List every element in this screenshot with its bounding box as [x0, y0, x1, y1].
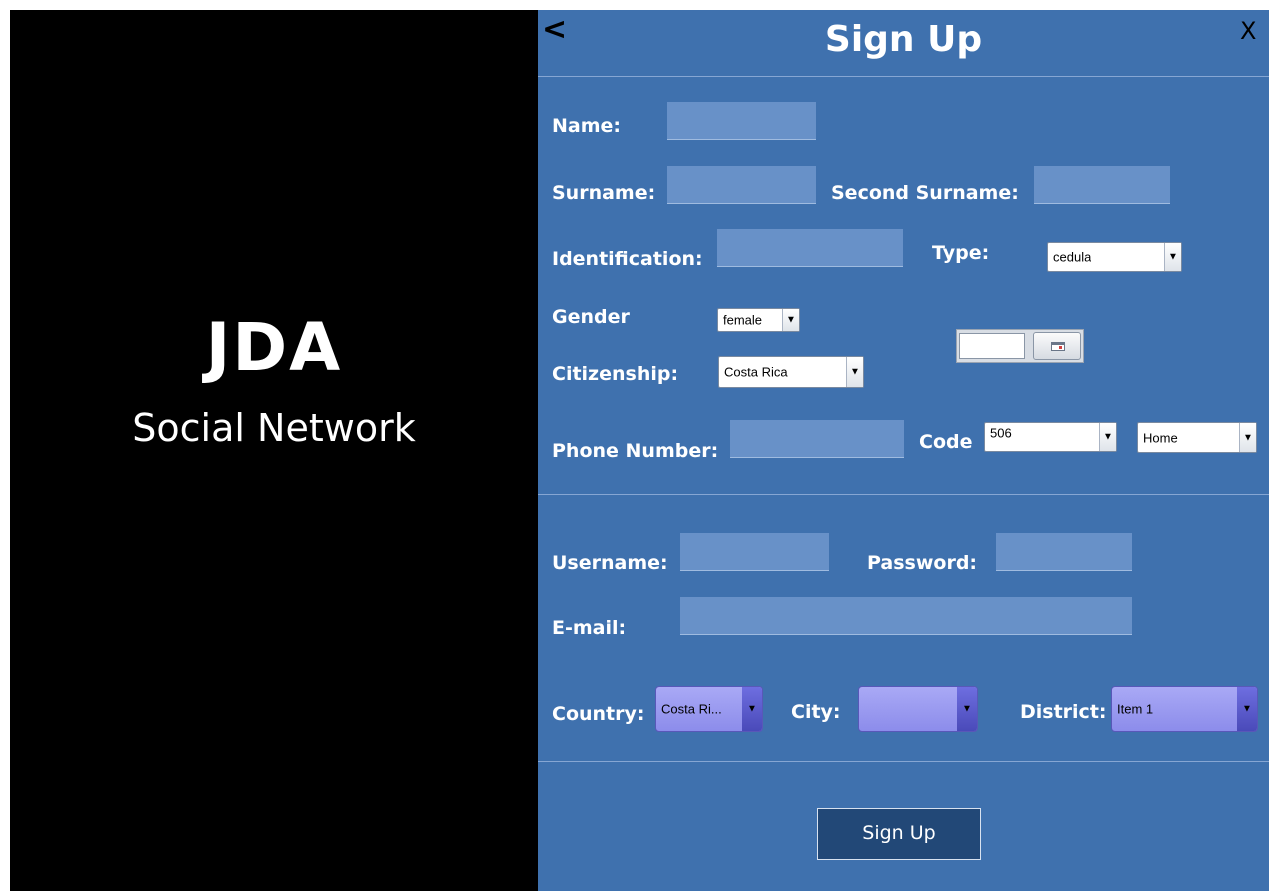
close-button[interactable]: X — [1240, 16, 1256, 46]
surname-field[interactable] — [667, 166, 816, 204]
city-label: City: — [791, 701, 841, 723]
phone-type-value: Home — [1143, 430, 1178, 445]
calendar-icon — [1051, 342, 1065, 351]
page-title: Sign Up — [824, 19, 983, 60]
email-field[interactable] — [680, 597, 1132, 635]
phone-type-select[interactable]: Home ▼ — [1137, 422, 1257, 453]
phone-code-select[interactable]: 506 ▼ — [984, 422, 1117, 452]
chevron-down-icon: ▼ — [957, 687, 977, 731]
username-field[interactable] — [680, 533, 829, 571]
section-separator — [538, 494, 1269, 495]
gender-label: Gender — [552, 306, 630, 328]
brand-subtitle: Social Network — [132, 406, 416, 450]
brand-panel: JDA Social Network — [10, 10, 538, 891]
city-select[interactable]: ▼ — [858, 686, 978, 732]
header-separator — [538, 76, 1269, 77]
footer-separator — [538, 761, 1269, 762]
district-value: Item 1 — [1117, 701, 1154, 717]
chevron-down-icon: ▼ — [1164, 243, 1181, 271]
brand-title: JDA — [205, 309, 343, 386]
date-field[interactable] — [959, 333, 1025, 359]
identification-field[interactable] — [717, 229, 903, 267]
date-picker — [956, 329, 1084, 363]
name-field[interactable] — [667, 102, 816, 140]
name-label: Name: — [552, 115, 622, 137]
chevron-down-icon: ▼ — [742, 687, 762, 731]
sign-up-button-label: Sign Up — [862, 822, 936, 844]
citizenship-select[interactable]: Costa Rica ▼ — [718, 356, 864, 388]
chevron-down-icon: ▼ — [1237, 687, 1257, 731]
gender-value: female — [723, 312, 763, 328]
code-label: Code — [919, 431, 973, 453]
country-select[interactable]: Costa Ri... ▼ — [655, 686, 763, 732]
signup-panel: < Sign Up X Name: Surname: Second Surnam… — [538, 10, 1269, 891]
country-value: Costa Ri... — [661, 701, 722, 717]
id-type-select[interactable]: cedula ▼ — [1047, 242, 1182, 272]
password-label: Password: — [867, 552, 978, 574]
chevron-down-icon: ▼ — [782, 309, 799, 331]
phone-code-value: 506 — [990, 425, 1012, 441]
district-select[interactable]: Item 1 ▼ — [1111, 686, 1258, 732]
type-label: Type: — [932, 242, 990, 264]
chevron-down-icon: ▼ — [1239, 423, 1256, 452]
username-label: Username: — [552, 552, 668, 574]
citizenship-label: Citizenship: — [552, 363, 679, 385]
second-surname-label: Second Surname: — [831, 182, 1019, 204]
district-label: District: — [1020, 701, 1107, 723]
second-surname-field[interactable] — [1034, 166, 1170, 204]
surname-label: Surname: — [552, 182, 656, 204]
citizenship-value: Costa Rica — [724, 364, 788, 380]
sign-up-button[interactable]: Sign Up — [817, 808, 981, 860]
identification-label: Identification: — [552, 248, 703, 270]
email-label: E-mail: — [552, 617, 627, 639]
calendar-button[interactable] — [1033, 332, 1081, 360]
phone-number-field[interactable] — [730, 420, 904, 458]
phone-number-label: Phone Number: — [552, 440, 719, 462]
id-type-value: cedula — [1053, 249, 1092, 265]
chevron-down-icon: ▼ — [1099, 423, 1116, 451]
password-field[interactable] — [996, 533, 1132, 571]
gender-select[interactable]: female ▼ — [717, 308, 800, 332]
country-label: Country: — [552, 703, 645, 725]
chevron-down-icon: ▼ — [846, 357, 863, 387]
